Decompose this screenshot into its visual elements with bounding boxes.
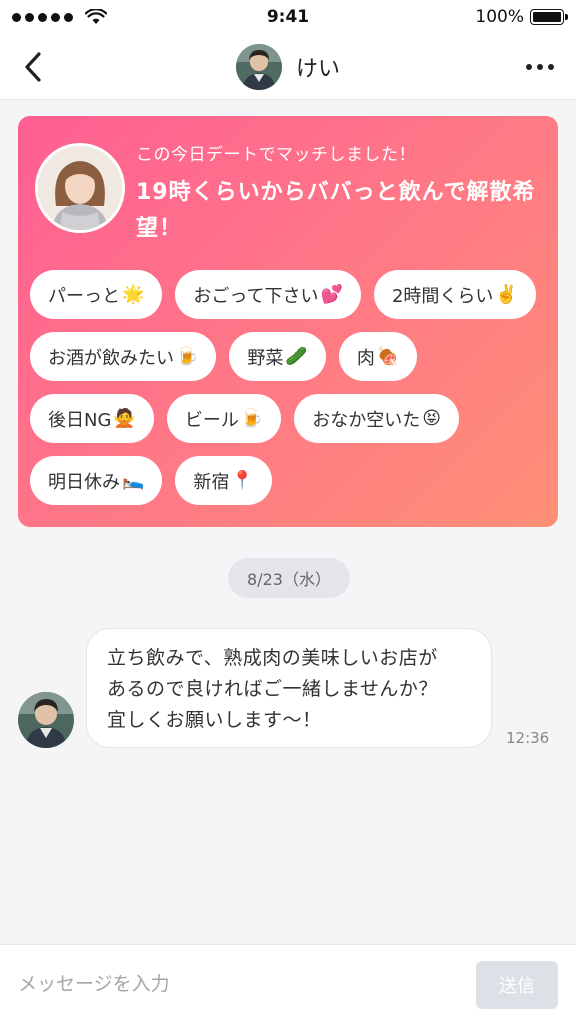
sender-avatar[interactable] (18, 692, 74, 748)
meat-icon: 🍖 (376, 346, 400, 367)
wifi-icon (85, 9, 107, 24)
message-input[interactable] (18, 969, 448, 999)
status-bar: 9:41 100% (0, 0, 576, 34)
battery-icon (530, 9, 568, 25)
beer-icon: 🍺 (176, 346, 199, 367)
tongue-face-icon: 😝 (422, 408, 442, 429)
tag-chip[interactable]: 肉 🍖 (338, 332, 418, 381)
match-subtitle: この今日デートでマッチしました！ (136, 145, 416, 165)
partner-avatar[interactable] (235, 43, 282, 90)
tag-chip[interactable]: 後日NG 🙅 (30, 394, 154, 443)
message-input-bar: 送信 (0, 944, 576, 1024)
tag-chip[interactable]: 新宿 📍 (175, 456, 272, 505)
message-line: 立ち飲みで、熟成肉の美味しいお店が (107, 647, 438, 669)
more-options-button[interactable] (518, 48, 562, 86)
tag-chip[interactable]: おなか空いた 😝 (294, 394, 460, 443)
battery-percent: 100% (475, 7, 524, 27)
message-line: 宜しくお願いします〜！ (107, 709, 322, 731)
no-gesture-icon: 🙅 (113, 408, 136, 429)
match-user-photo[interactable] (35, 143, 125, 233)
peace-hand-icon: ✌️ (495, 284, 518, 305)
chevron-left-icon (25, 52, 41, 82)
date-separator: 8/23（水） (228, 558, 350, 598)
match-card: この今日デートでマッチしました！ 19時くらいからババっと飲んで解散希望！ パー… (18, 116, 558, 527)
message-line: あるので良ければご一緒しませんか？ (107, 678, 438, 700)
tag-chip[interactable]: パーっと 🌟 (30, 270, 163, 319)
partner-name: けい (295, 56, 340, 82)
tag-chip[interactable]: 2時間くらい ✌️ (373, 270, 536, 319)
chat-header: けい (0, 34, 576, 100)
star-icon: 🌟 (122, 284, 145, 305)
pin-icon: 📍 (231, 470, 254, 491)
tag-chip[interactable]: 明日休み 🛌 (30, 456, 163, 505)
cucumber-icon: 🥒 (285, 346, 308, 367)
back-button[interactable] (14, 48, 52, 86)
more-dots-icon (526, 64, 532, 70)
hearts-icon: 💕 (320, 284, 343, 305)
message-bubble[interactable]: 立ち飲みで、熟成肉の美味しいお店が あるので良ければご一緒しませんか？ 宜しくお… (86, 628, 492, 748)
bed-icon: 🛌 (122, 470, 145, 491)
beer-icon: 🍺 (240, 408, 264, 429)
tag-chip[interactable]: おごって下さい 💕 (175, 270, 361, 319)
tag-chip[interactable]: 野菜 🥒 (229, 332, 326, 381)
message-time: 12:36 (506, 729, 550, 747)
signal-icon (12, 9, 107, 25)
tag-chip[interactable]: お酒が飲みたい 🍺 (30, 332, 217, 381)
tag-list: パーっと 🌟 おごって下さい 💕 2時間くらい ✌️ お酒が飲みたい 🍺 野菜 🥒 肉 🍖 … (30, 270, 550, 505)
tag-chip[interactable]: ビール 🍺 (166, 394, 282, 443)
send-button[interactable]: 送信 (476, 961, 558, 1009)
match-title: 19時くらいからババっと飲んで解散希望！ (136, 180, 536, 241)
